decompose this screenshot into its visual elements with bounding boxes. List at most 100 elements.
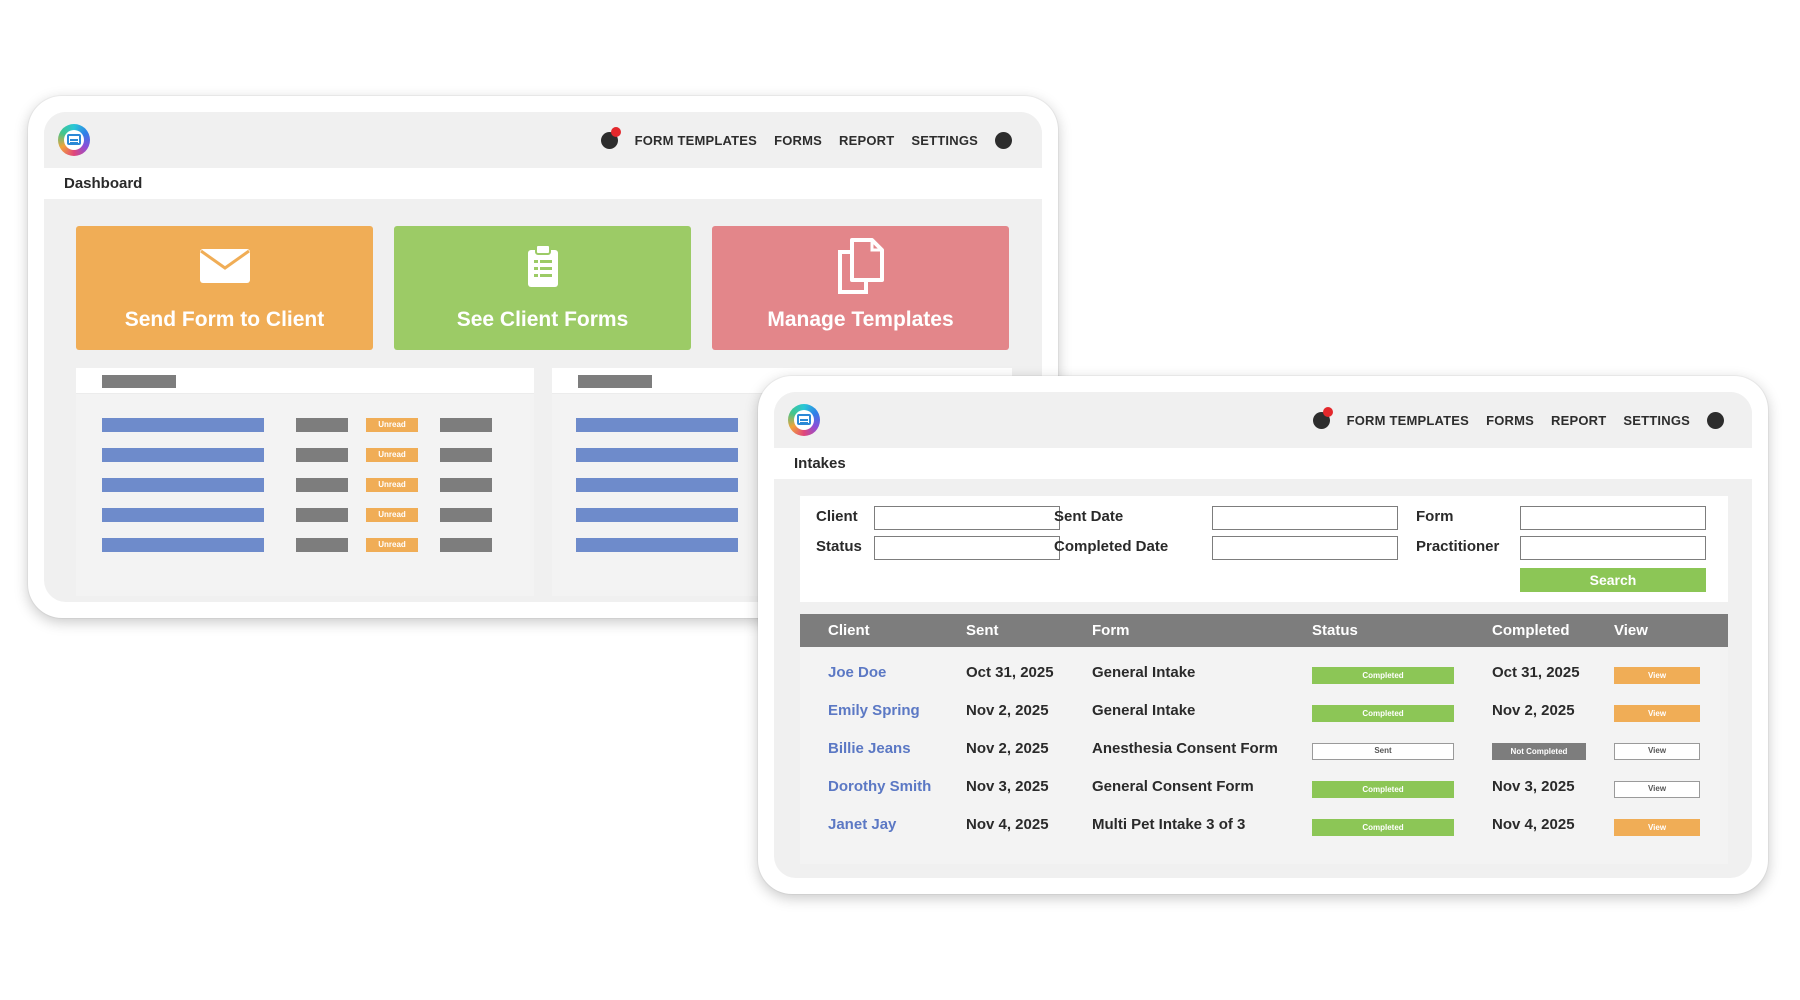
view-button[interactable]: View — [1614, 743, 1700, 760]
intakes-top-nav: FORM TEMPLATES FORMS REPORT SETTINGS — [774, 392, 1752, 448]
list-item-placeholder — [296, 478, 348, 492]
list-item-placeholder[interactable] — [576, 448, 738, 462]
nav-settings[interactable]: SETTINGS — [1623, 413, 1690, 428]
list-item-placeholder — [440, 478, 492, 492]
list-item-placeholder — [440, 418, 492, 432]
list-item-placeholder[interactable] — [576, 478, 738, 492]
client-name-link[interactable]: Billie Jeans — [828, 740, 911, 757]
list-item-placeholder[interactable] — [102, 418, 264, 432]
see-client-forms-tile[interactable]: See Client Forms — [394, 226, 691, 350]
envelope-icon — [199, 249, 250, 283]
view-button[interactable]: View — [1614, 781, 1700, 798]
notification-bell-icon[interactable] — [1312, 406, 1333, 429]
column-header-form[interactable]: Form — [1092, 614, 1130, 647]
list-item-placeholder[interactable] — [102, 538, 264, 552]
not-completed-badge: Not Completed — [1492, 743, 1586, 760]
user-avatar[interactable] — [995, 131, 1012, 149]
column-header-completed[interactable]: Completed — [1492, 614, 1570, 647]
completed-date-filter-label: Completed Date — [1054, 538, 1169, 555]
unread-badge: Unread — [366, 418, 418, 432]
sent-date-filter-input[interactable] — [1212, 506, 1398, 530]
practitioner-filter-input[interactable] — [1520, 536, 1706, 560]
client-filter-input[interactable] — [874, 506, 1060, 530]
status-badge: Completed — [1312, 667, 1454, 684]
table-row: Emily Spring Nov 2, 2025 General Intake … — [800, 694, 1728, 732]
form-name: General Intake — [1092, 664, 1196, 681]
column-header-sent[interactable]: Sent — [966, 614, 999, 647]
canvas: FORM TEMPLATES FORMS REPORT SETTINGS Das… — [0, 0, 1800, 1000]
nav-report[interactable]: REPORT — [839, 133, 894, 148]
table-header: Client Sent Form Status Completed View — [800, 614, 1728, 647]
form-filter-input[interactable] — [1520, 506, 1706, 530]
send-form-to-client-tile[interactable]: Send Form to Client — [76, 226, 373, 350]
client-name-link[interactable]: Dorothy Smith — [828, 778, 931, 795]
client-filter-label: Client — [816, 508, 858, 525]
status-filter-label: Status — [816, 538, 862, 555]
unread-badge: Unread — [366, 448, 418, 462]
nav-form-templates[interactable]: FORM TEMPLATES — [1347, 413, 1469, 428]
table-row: Janet Jay Nov 4, 2025 Multi Pet Intake 3… — [800, 808, 1728, 846]
form-filter-label: Form — [1416, 508, 1454, 525]
status-badge: Sent — [1312, 743, 1454, 760]
page-title: Intakes — [774, 448, 1752, 479]
panel-title-placeholder — [578, 375, 652, 388]
app-logo[interactable] — [58, 124, 90, 156]
view-button[interactable]: View — [1614, 667, 1700, 684]
sent-date: Nov 3, 2025 — [966, 778, 1049, 795]
sent-date: Nov 2, 2025 — [966, 740, 1049, 757]
form-name: General Intake — [1092, 702, 1196, 719]
sent-date: Nov 4, 2025 — [966, 816, 1049, 833]
tile-label-send-form: Send Form to Client — [124, 308, 325, 331]
list-item-placeholder[interactable] — [576, 508, 738, 522]
nav-forms[interactable]: FORMS — [1486, 413, 1534, 428]
column-header-view[interactable]: View — [1614, 614, 1648, 647]
completed-date-filter-input[interactable] — [1212, 536, 1398, 560]
unread-badge: Unread — [366, 508, 418, 522]
client-name-link[interactable]: Emily Spring — [828, 702, 920, 719]
dashboard-top-nav: FORM TEMPLATES FORMS REPORT SETTINGS — [44, 112, 1042, 168]
completed-date: Nov 4, 2025 — [1492, 816, 1575, 833]
list-item-placeholder[interactable] — [102, 508, 264, 522]
list-item-placeholder — [440, 448, 492, 462]
list-item-placeholder[interactable] — [576, 538, 738, 552]
list-item-placeholder — [296, 508, 348, 522]
search-button[interactable]: Search — [1520, 568, 1706, 592]
column-header-status[interactable]: Status — [1312, 614, 1358, 647]
panel-title-placeholder — [102, 375, 176, 388]
sent-date-filter-label: Sent Date — [1054, 508, 1124, 525]
status-badge: Completed — [1312, 705, 1454, 722]
nav-form-templates[interactable]: FORM TEMPLATES — [635, 133, 757, 148]
table-row: Joe Doe Oct 31, 2025 General Intake Comp… — [800, 656, 1728, 694]
completed-date: Nov 2, 2025 — [1492, 702, 1575, 719]
client-name-link[interactable]: Janet Jay — [828, 816, 896, 833]
view-button[interactable]: View — [1614, 819, 1700, 836]
nav-report[interactable]: REPORT — [1551, 413, 1606, 428]
notification-dot-icon — [610, 126, 621, 137]
tile-label-manage-templates: Manage Templates — [767, 308, 954, 331]
user-avatar[interactable] — [1707, 411, 1724, 429]
list-item-placeholder[interactable] — [576, 418, 738, 432]
status-badge: Completed — [1312, 819, 1454, 836]
app-logo[interactable] — [788, 404, 820, 436]
list-item-placeholder[interactable] — [102, 478, 264, 492]
nav-settings[interactable]: SETTINGS — [911, 133, 978, 148]
tile-label-see-client-forms: See Client Forms — [456, 308, 629, 331]
notification-bell-icon[interactable] — [600, 126, 621, 149]
manage-templates-tile[interactable]: Manage Templates — [712, 226, 1009, 350]
status-filter-input[interactable] — [874, 536, 1060, 560]
completed-date: Oct 31, 2025 — [1492, 664, 1580, 681]
column-header-client[interactable]: Client — [828, 614, 870, 647]
list-item-placeholder[interactable] — [102, 448, 264, 462]
view-button[interactable]: View — [1614, 705, 1700, 722]
list-item-placeholder — [296, 418, 348, 432]
list-item-placeholder — [440, 508, 492, 522]
table-row: Billie Jeans Nov 2, 2025 Anesthesia Cons… — [800, 732, 1728, 770]
client-name-link[interactable]: Joe Doe — [828, 664, 886, 681]
unread-badge: Unread — [366, 478, 418, 492]
intakes-table: Client Sent Form Status Completed View J… — [800, 614, 1728, 864]
nav-forms[interactable]: FORMS — [774, 133, 822, 148]
form-name: General Consent Form — [1092, 778, 1254, 795]
list-item-placeholder — [296, 538, 348, 552]
clipboard-icon — [527, 244, 558, 287]
sent-date: Oct 31, 2025 — [966, 664, 1054, 681]
